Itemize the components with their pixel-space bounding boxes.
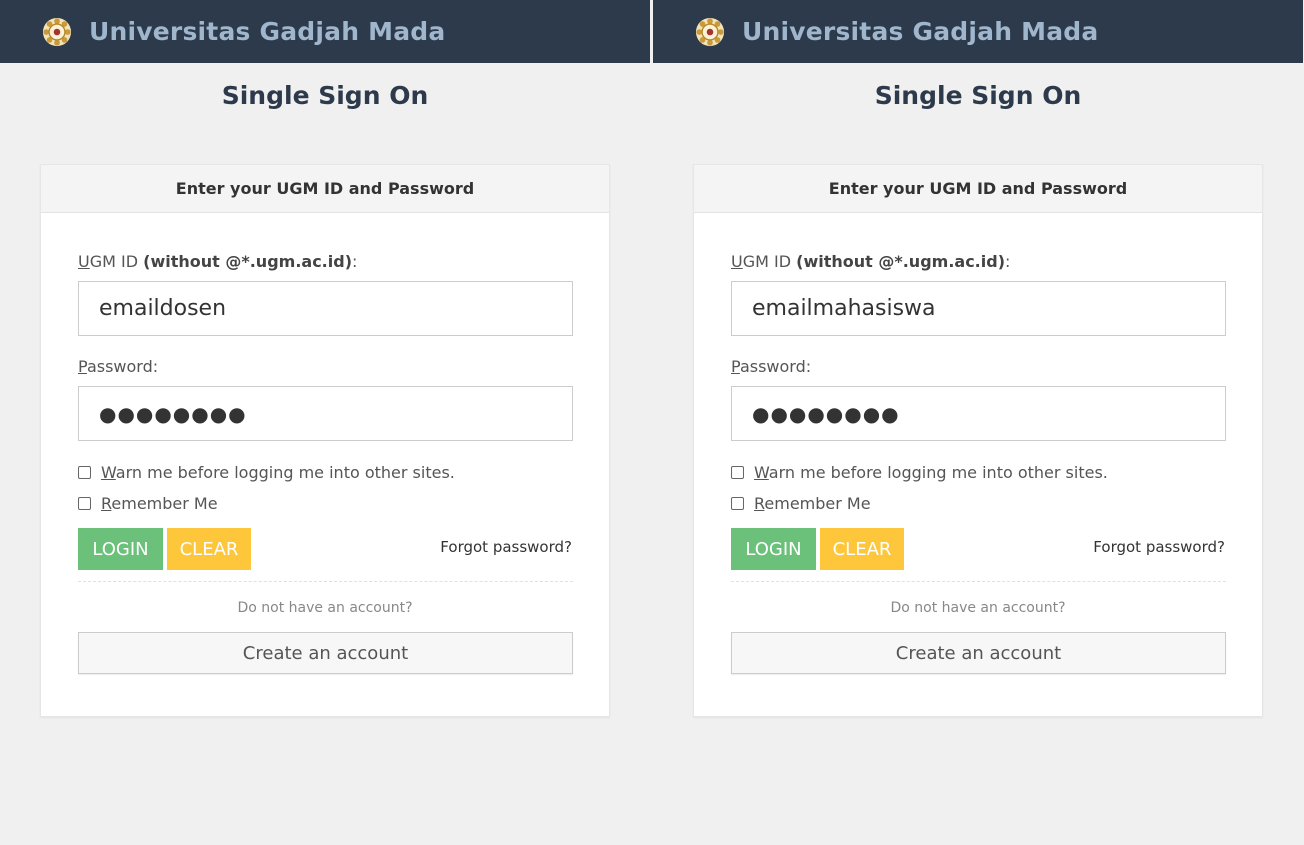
warn-label: Warn me before logging me into other sit…: [101, 462, 455, 482]
button-row: LOGIN CLEAR Forgot password?: [78, 528, 572, 570]
forgot-password-link[interactable]: Forgot password?: [440, 538, 572, 556]
card-header: Enter your UGM ID and Password: [694, 165, 1262, 213]
create-account-button[interactable]: Create an account: [731, 632, 1226, 674]
clear-button[interactable]: CLEAR: [167, 528, 251, 570]
forgot-password-link[interactable]: Forgot password?: [1093, 538, 1225, 556]
brand-title: Universitas Gadjah Mada: [742, 17, 1099, 46]
warn-checkbox[interactable]: [731, 465, 744, 479]
ugm-id-value: emaildosen: [99, 296, 227, 321]
sso-pane-right: Universitas Gadjah Mada Single Sign On E…: [653, 0, 1303, 845]
remember-checkbox[interactable]: [731, 496, 744, 510]
card-header: Enter your UGM ID and Password: [41, 165, 609, 213]
ugm-emblem-icon: [42, 17, 72, 47]
no-account-text: Do not have an account?: [237, 600, 413, 616]
password-input[interactable]: ●●●●●●●●: [78, 386, 573, 441]
ugm-id-value: emailmahasiswa: [752, 296, 936, 321]
password-value: ●●●●●●●●: [99, 401, 247, 426]
warn-checkbox-row[interactable]: Warn me before logging me into other sit…: [731, 461, 1225, 483]
password-input[interactable]: ●●●●●●●●: [731, 386, 1226, 441]
remember-checkbox[interactable]: [78, 496, 91, 510]
ugm-id-label: UGM ID (without @*.ugm.ac.id):: [78, 252, 358, 271]
ugm-id-input[interactable]: emailmahasiswa: [731, 281, 1226, 336]
clear-button[interactable]: CLEAR: [820, 528, 904, 570]
divider: [731, 581, 1226, 582]
page-title: Single Sign On: [221, 81, 429, 110]
remember-label: Remember Me: [754, 493, 871, 513]
password-label: Password:: [731, 357, 812, 376]
remember-checkbox-row[interactable]: Remember Me: [731, 492, 1225, 514]
password-label: Password:: [78, 357, 159, 376]
button-row: LOGIN CLEAR Forgot password?: [731, 528, 1225, 570]
warn-checkbox[interactable]: [78, 465, 91, 479]
warn-checkbox-row[interactable]: Warn me before logging me into other sit…: [78, 461, 572, 483]
login-form: UGM ID (without @*.ugm.ac.id): emailmaha…: [694, 252, 1262, 674]
warn-label: Warn me before logging me into other sit…: [754, 462, 1108, 482]
password-value: ●●●●●●●●: [752, 401, 900, 426]
login-form: UGM ID (without @*.ugm.ac.id): emaildose…: [41, 252, 609, 674]
sso-pane-left: Universitas Gadjah Mada Single Sign On E…: [0, 0, 650, 845]
create-account-button[interactable]: Create an account: [78, 632, 573, 674]
no-account-text: Do not have an account?: [890, 600, 1066, 616]
page-title: Single Sign On: [874, 81, 1082, 110]
top-bar: Universitas Gadjah Mada: [0, 0, 650, 63]
remember-label: Remember Me: [101, 493, 218, 513]
login-button[interactable]: LOGIN: [731, 528, 816, 570]
ugm-id-label: UGM ID (without @*.ugm.ac.id):: [731, 252, 1011, 271]
login-card: Enter your UGM ID and Password UGM ID (w…: [693, 164, 1263, 717]
brand-title: Universitas Gadjah Mada: [89, 17, 446, 46]
ugm-id-input[interactable]: emaildosen: [78, 281, 573, 336]
divider: [78, 581, 573, 582]
ugm-emblem-icon: [695, 17, 725, 47]
login-card: Enter your UGM ID and Password UGM ID (w…: [40, 164, 610, 717]
remember-checkbox-row[interactable]: Remember Me: [78, 492, 572, 514]
top-bar: Universitas Gadjah Mada: [653, 0, 1303, 63]
login-button[interactable]: LOGIN: [78, 528, 163, 570]
